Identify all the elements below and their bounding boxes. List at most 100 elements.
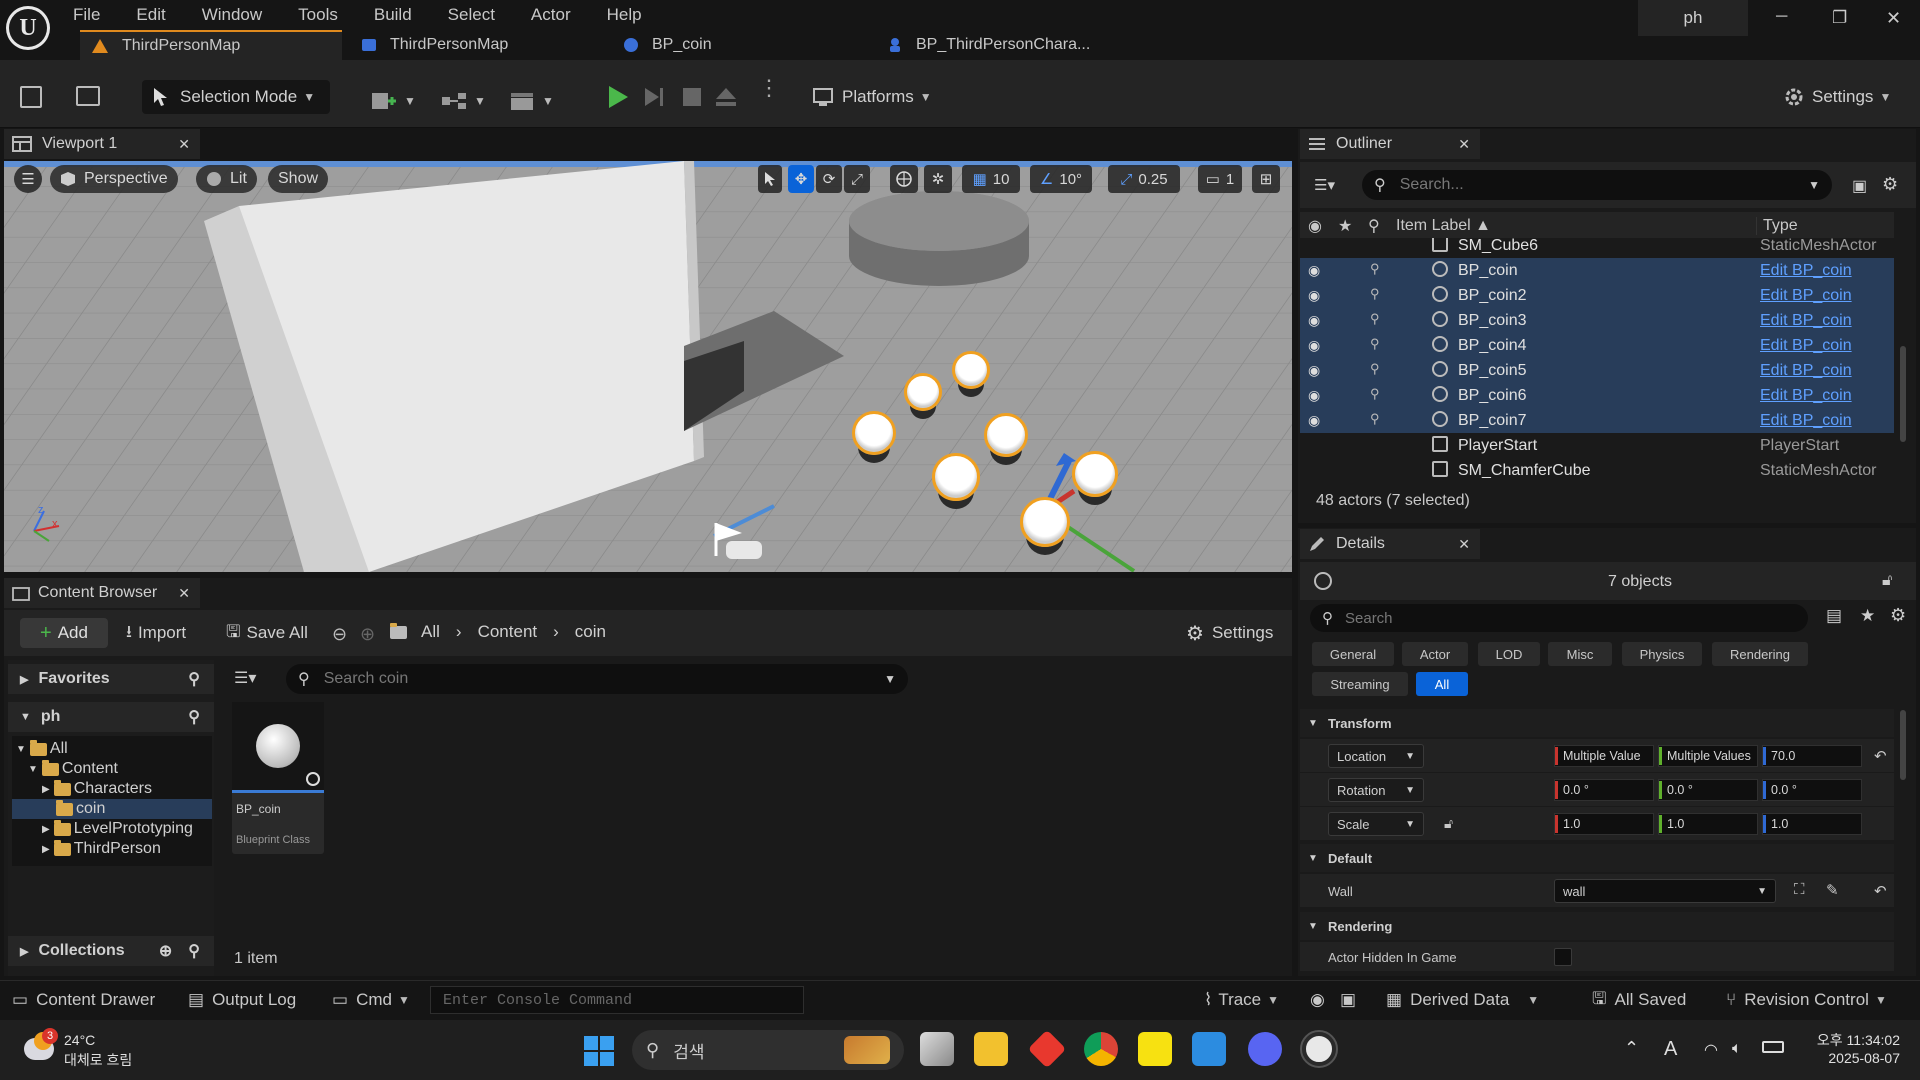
filter-misc[interactable]: Misc (1548, 642, 1612, 666)
visibility-eye-icon[interactable]: ◉ (1308, 312, 1320, 329)
coin-actor[interactable] (932, 453, 980, 501)
ime-indicator[interactable]: A (1664, 1038, 1677, 1061)
close-button[interactable]: ✕ (1886, 8, 1901, 29)
tree-item-content[interactable]: ▼ Content (28, 759, 118, 779)
world-space-button[interactable] (890, 165, 918, 193)
filter-button[interactable]: ☰▾ (234, 668, 256, 688)
translate-tool-button[interactable]: ✥ (788, 165, 814, 193)
project-header[interactable]: ▼ ph ⚲ (8, 702, 214, 732)
view-mode-button[interactable]: Lit (196, 165, 257, 193)
history-back-icon[interactable]: ⊖ (332, 624, 347, 645)
close-icon[interactable]: ✕ (178, 585, 190, 602)
browse-to-asset-icon[interactable]: ⛶ (1794, 881, 1805, 898)
add-button[interactable]: + Add (20, 618, 108, 648)
platforms-button[interactable]: Platforms ▼ (812, 80, 932, 114)
outliner-row[interactable]: ◉ ⚲ BP_coin6 Edit BP_coin (1300, 383, 1894, 408)
filter-streaming[interactable]: Streaming (1312, 672, 1408, 696)
screenshot-icon[interactable]: ▣ (1340, 988, 1356, 1012)
taskbar-search-box[interactable]: ⚲ 검색 (632, 1030, 904, 1070)
rotation-dropdown[interactable]: Rotation ▼ (1328, 778, 1424, 802)
rotation-x-field[interactable]: 0.0 ° (1554, 779, 1654, 801)
outliner-tab[interactable]: Outliner ✕ (1300, 129, 1480, 159)
add-collection-icon[interactable]: ⊕ (159, 941, 172, 961)
blueprint-menu-button[interactable]: ▼ (440, 84, 486, 118)
search-icon[interactable]: ⚲ (188, 669, 200, 689)
pin-icon[interactable]: ⚲ (1370, 361, 1380, 377)
visibility-eye-icon[interactable]: ◉ (1308, 262, 1320, 279)
project-name-box[interactable]: ph (1638, 0, 1748, 36)
stop-button[interactable] (682, 87, 702, 107)
eject-button[interactable] (714, 86, 738, 108)
outliner-row[interactable]: ◉ ⚲ BP_coin3 Edit BP_coin (1300, 308, 1894, 333)
file-explorer-icon[interactable] (974, 1032, 1008, 1066)
scale-y-field[interactable]: 1.0 (1658, 813, 1758, 835)
menu-file[interactable]: File (70, 4, 103, 26)
outliner-search-input[interactable]: ⚲ Search... ▼ (1362, 170, 1832, 200)
favorite-star-icon[interactable]: ★ (1860, 606, 1875, 626)
tree-item-all[interactable]: ▼ All (16, 739, 68, 759)
camera-speed-button[interactable]: ▭ 1 (1198, 165, 1242, 193)
tab-bp-coin[interactable]: BP_coin (612, 30, 852, 60)
pin-icon[interactable]: ⚲ (1370, 336, 1380, 352)
tree-item-levelprototyping[interactable]: ▶ LevelPrototyping (42, 819, 193, 839)
all-saved-button[interactable]: 🖫 All Saved (1592, 988, 1686, 1012)
tab-thirdpersonmap-blueprint[interactable]: ThirdPersonMap (350, 30, 590, 60)
rotate-tool-button[interactable]: ⟳ (816, 165, 842, 193)
content-search-input[interactable]: ⚲ Search coin ▼ (286, 664, 908, 694)
scale-snap-button[interactable]: ⤢ 0.25 (1108, 165, 1180, 193)
task-view-icon[interactable] (920, 1032, 954, 1066)
menu-help[interactable]: Help (604, 4, 645, 26)
coin-actor[interactable] (952, 351, 990, 389)
transform-section[interactable]: ▼ Transform (1300, 709, 1894, 737)
filter-all[interactable]: All (1416, 672, 1468, 696)
eyedropper-icon[interactable]: ✎ (1826, 881, 1839, 899)
location-y-field[interactable]: Multiple Values (1658, 745, 1758, 767)
surface-snap-button[interactable]: ✲ (924, 165, 952, 193)
settings-button[interactable]: Settings ▼ (1782, 80, 1891, 114)
weather-widget[interactable]: 3 24°C 대체로 흐림 (20, 1028, 160, 1072)
menu-select[interactable]: Select (445, 4, 498, 26)
menu-edit[interactable]: Edit (133, 4, 168, 26)
cmd-button[interactable]: ▭ Cmd ▼ (332, 988, 410, 1012)
filter-lod[interactable]: LOD (1478, 642, 1540, 666)
tab-bp-thirdpersoncharacter[interactable]: BP_ThirdPersonChara... (876, 30, 1126, 60)
search-icon[interactable]: ⚲ (188, 707, 200, 727)
grid-snap-button[interactable]: ▦ 10 (962, 165, 1020, 193)
viewport-tab[interactable]: Viewport 1 ✕ (4, 129, 200, 159)
unreal-logo[interactable]: U (6, 6, 50, 50)
clock-date[interactable]: 2025-08-07 (1800, 1050, 1900, 1066)
filter-rendering[interactable]: Rendering (1712, 642, 1808, 666)
filter-actor[interactable]: Actor (1402, 642, 1468, 666)
reset-arrow-icon[interactable]: ↶ (1874, 882, 1887, 900)
table-view-icon[interactable]: ▤ (1826, 606, 1842, 626)
rotation-snap-button[interactable]: ∠ 10° (1030, 165, 1092, 193)
scale-lock-icon[interactable]: 🔓︎ (1444, 815, 1453, 832)
revision-control-button[interactable]: ⑂ Revision Control ▼ (1726, 988, 1887, 1012)
wifi-icon[interactable]: ◠ (1704, 1040, 1718, 1060)
location-dropdown[interactable]: Location ▼ (1328, 744, 1424, 768)
clock-time[interactable]: 오후 11:34:02 (1800, 1030, 1900, 1050)
details-tab[interactable]: Details ✕ (1300, 529, 1480, 559)
edit-blueprint-link[interactable]: Edit BP_coin (1760, 412, 1852, 430)
menu-window[interactable]: Window (199, 4, 265, 26)
location-z-field[interactable]: 70.0 (1762, 745, 1862, 767)
scale-dropdown[interactable]: Scale ▼ (1328, 812, 1424, 836)
volume-icon[interactable]: 🔈︎ (1732, 1040, 1742, 1058)
outliner-settings-icon[interactable]: ⚙ (1882, 174, 1898, 195)
play-options-button[interactable]: ⋮ (758, 77, 780, 99)
close-icon[interactable]: ✕ (1458, 536, 1470, 553)
coin-actor[interactable] (1020, 497, 1070, 547)
outliner-row[interactable]: ◉ ⚲ BP_coin2 Edit BP_coin (1300, 283, 1894, 308)
history-forward-icon[interactable]: ⊕ (360, 624, 375, 645)
details-scrollbar[interactable] (1900, 710, 1906, 780)
menu-actor[interactable]: Actor (528, 4, 574, 26)
lock-icon[interactable]: 🔓︎ (1882, 572, 1892, 590)
outliner-row[interactable]: SM_ChamferCube StaticMeshActor (1300, 458, 1894, 482)
item-label-column[interactable]: Item Label ▲ (1396, 217, 1491, 235)
outliner-row[interactable]: ◉ ⚲ BP_coin4 Edit BP_coin (1300, 333, 1894, 358)
content-drawer-button[interactable]: ▭ Content Drawer (12, 988, 155, 1012)
kakaotalk-icon[interactable] (1138, 1032, 1172, 1066)
scale-x-field[interactable]: 1.0 (1554, 813, 1654, 835)
derived-data-button[interactable]: ▦ Derived Data ▼ (1386, 988, 1539, 1012)
type-column[interactable]: Type (1756, 217, 1798, 235)
